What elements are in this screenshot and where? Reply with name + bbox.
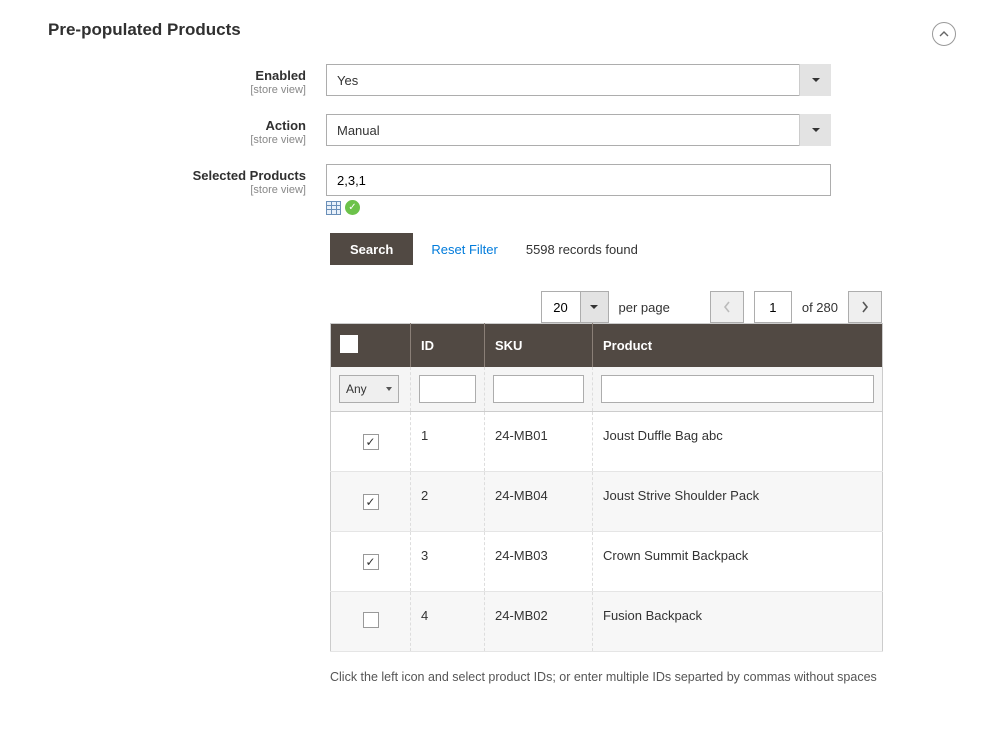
field-selected-products: Selected Products [store view] ✓ bbox=[48, 164, 952, 215]
chevron-down-icon bbox=[799, 114, 831, 146]
field-enabled: Enabled [store view] Yes bbox=[48, 64, 952, 96]
action-label: Action bbox=[266, 118, 306, 133]
selected-label: Selected Products bbox=[193, 168, 306, 183]
cell-product: Fusion Backpack bbox=[593, 592, 883, 652]
next-page-button[interactable] bbox=[848, 291, 882, 323]
of-pages-label: of 280 bbox=[802, 300, 838, 315]
table-row: 1 24-MB01 Joust Duffle Bag abc bbox=[331, 412, 883, 472]
action-select[interactable]: Manual bbox=[326, 114, 831, 146]
table-row: 3 24-MB03 Crown Summit Backpack bbox=[331, 532, 883, 592]
cell-sku: 24-MB03 bbox=[485, 532, 593, 592]
products-table: ID SKU Product Any 1 24-MB01 Joust Duffl… bbox=[330, 323, 883, 652]
chevron-down-icon bbox=[799, 64, 831, 96]
prev-page-button[interactable] bbox=[710, 291, 744, 323]
cell-id: 2 bbox=[411, 472, 485, 532]
cell-sku: 24-MB04 bbox=[485, 472, 593, 532]
page-size-input[interactable] bbox=[541, 291, 581, 323]
grid-picker-icon[interactable] bbox=[326, 201, 341, 215]
cell-sku: 24-MB02 bbox=[485, 592, 593, 652]
col-sku-header[interactable]: SKU bbox=[485, 324, 593, 368]
col-product-header[interactable]: Product bbox=[593, 324, 883, 368]
cell-id: 4 bbox=[411, 592, 485, 652]
filter-id-input[interactable] bbox=[419, 375, 476, 403]
col-id-header[interactable]: ID bbox=[411, 324, 485, 368]
action-value: Manual bbox=[337, 123, 380, 138]
reset-filter-link[interactable]: Reset Filter bbox=[431, 242, 497, 257]
enabled-scope: [store view] bbox=[48, 84, 306, 96]
table-row: 4 24-MB02 Fusion Backpack bbox=[331, 592, 883, 652]
selected-scope: [store view] bbox=[48, 184, 306, 196]
check-circle-icon: ✓ bbox=[345, 200, 360, 215]
row-checkbox[interactable] bbox=[363, 612, 379, 628]
records-found-label: 5598 records found bbox=[526, 242, 638, 257]
per-page-label: per page bbox=[619, 300, 670, 315]
table-row: 2 24-MB04 Joust Strive Shoulder Pack bbox=[331, 472, 883, 532]
current-page-input[interactable] bbox=[754, 291, 792, 323]
collapse-section-button[interactable] bbox=[932, 22, 956, 46]
row-checkbox[interactable] bbox=[363, 434, 379, 450]
enabled-select[interactable]: Yes bbox=[326, 64, 831, 96]
chevron-up-icon bbox=[939, 31, 949, 37]
enabled-value: Yes bbox=[337, 73, 358, 88]
action-scope: [store view] bbox=[48, 134, 306, 146]
enabled-label: Enabled bbox=[255, 68, 306, 83]
cell-product: Joust Strive Shoulder Pack bbox=[593, 472, 883, 532]
page-size-dropdown-button[interactable] bbox=[581, 291, 609, 323]
cell-id: 3 bbox=[411, 532, 485, 592]
cell-product: Crown Summit Backpack bbox=[593, 532, 883, 592]
chevron-right-icon bbox=[861, 301, 869, 313]
cell-sku: 24-MB01 bbox=[485, 412, 593, 472]
filter-product-input[interactable] bbox=[601, 375, 874, 403]
help-text: Click the left icon and select product I… bbox=[330, 670, 940, 684]
field-action: Action [store view] Manual bbox=[48, 114, 952, 146]
chevron-left-icon bbox=[723, 301, 731, 313]
col-checkbox-header bbox=[331, 324, 411, 368]
selected-products-input[interactable] bbox=[326, 164, 831, 196]
cell-product: Joust Duffle Bag abc bbox=[593, 412, 883, 472]
filter-row: Any bbox=[331, 367, 883, 412]
select-all-checkbox[interactable] bbox=[341, 336, 357, 352]
filter-sku-input[interactable] bbox=[493, 375, 584, 403]
cell-id: 1 bbox=[411, 412, 485, 472]
search-button[interactable]: Search bbox=[330, 233, 413, 265]
row-checkbox[interactable] bbox=[363, 554, 379, 570]
row-checkbox[interactable] bbox=[363, 494, 379, 510]
section-title: Pre-populated Products bbox=[48, 20, 241, 40]
filter-checkbox-select[interactable]: Any bbox=[339, 375, 399, 403]
